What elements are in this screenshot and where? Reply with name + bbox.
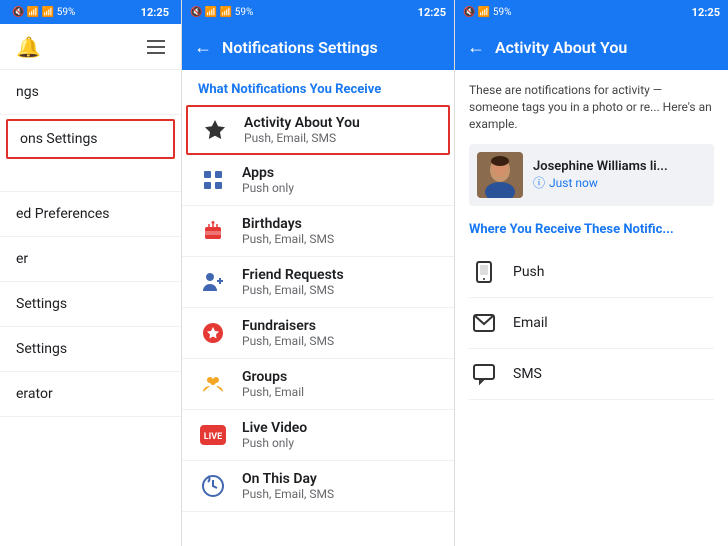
nav-bar-1: 🔔 [0, 24, 181, 70]
status-bar-3: 🔇 📶 59% 12:25 [455, 0, 728, 24]
notif-item-fundraisers[interactable]: Fundraisers Push, Email, SMS [182, 308, 454, 359]
notif-item-on-this-day[interactable]: On This Day Push, Email, SMS [182, 461, 454, 512]
friend-requests-icon [198, 267, 228, 297]
fundraisers-icon [198, 318, 228, 348]
sms-icon [469, 359, 499, 389]
notif-activity-text: Activity About You Push, Email, SMS [244, 115, 360, 145]
menu-item-settings-1[interactable]: Settings [0, 282, 181, 327]
activity-about-you-title: Activity About You [495, 38, 627, 57]
on-this-day-icon [198, 471, 228, 501]
panel-activity-about-you: 🔇 📶 59% 12:25 ← Activity About You These… [455, 0, 728, 546]
status-icons-left: 🔇 📶 📶 59% [12, 7, 75, 18]
hamburger-menu[interactable] [147, 40, 165, 54]
groups-icon [198, 369, 228, 399]
menu-item-preferences[interactable]: ed Preferences [0, 192, 181, 237]
receive-email-label: Email [513, 315, 548, 331]
receive-item-sms[interactable]: SMS [469, 349, 714, 400]
birthday-icon [198, 216, 228, 246]
receive-item-push[interactable]: Push [469, 247, 714, 298]
notif-item-activity[interactable]: Activity About You Push, Email, SMS [186, 105, 450, 155]
status-icons-2: 🔇 📶 📶 59% [190, 7, 253, 18]
notif-item-friend-requests[interactable]: Friend Requests Push, Email, SMS [182, 257, 454, 308]
example-time: ⓘ Just now [533, 174, 668, 191]
notif-item-apps[interactable]: Apps Push only [182, 155, 454, 206]
menu-item-0[interactable]: ngs [0, 70, 181, 115]
example-name: Josephine Williams li... [533, 159, 668, 174]
status-bar-2: 🔇 📶 📶 59% 12:25 [182, 0, 454, 24]
avatar [477, 152, 523, 198]
menu-item-settings-2[interactable]: Settings [0, 327, 181, 372]
panel-settings-menu: 🔇 📶 📶 59% 12:25 🔔 ngs ons Settings ed Pr… [0, 0, 182, 546]
menu-item-2[interactable] [0, 163, 181, 192]
example-card: Josephine Williams li... ⓘ Just now [469, 144, 714, 206]
receive-push-label: Push [513, 264, 545, 280]
svg-text:LIVE: LIVE [204, 432, 222, 442]
live-video-icon: LIVE [198, 420, 228, 450]
notif-on-this-day-text: On This Day Push, Email, SMS [242, 471, 334, 501]
notif-item-birthdays[interactable]: Birthdays Push, Email, SMS [182, 206, 454, 257]
notif-activity-title: Activity About You [244, 115, 360, 131]
settings-menu-list: ngs ons Settings ed Preferences er Setti… [0, 70, 181, 546]
menu-item-notifications-settings[interactable]: ons Settings [6, 119, 175, 159]
notif-item-groups[interactable]: Groups Push, Email [182, 359, 454, 410]
notif-friend-requests-text: Friend Requests Push, Email, SMS [242, 267, 344, 297]
receive-sms-label: SMS [513, 366, 542, 382]
back-button-2[interactable]: ← [194, 37, 212, 58]
topbar-activity: ← Activity About You [455, 24, 728, 70]
receive-item-email[interactable]: Email [469, 298, 714, 349]
notif-groups-text: Groups Push, Email [242, 369, 304, 399]
example-info: Josephine Williams li... ⓘ Just now [533, 159, 668, 191]
apps-icon [198, 165, 228, 195]
status-time-1: 12:25 [141, 6, 169, 19]
status-bar-1: 🔇 📶 📶 59% 12:25 [0, 0, 181, 24]
activity-description: These are notifications for activity — s… [469, 82, 714, 132]
notif-apps-text: Apps Push only [242, 165, 294, 195]
email-icon [469, 308, 499, 338]
back-button-3[interactable]: ← [467, 37, 485, 58]
push-icon [469, 257, 499, 287]
notif-fundraisers-text: Fundraisers Push, Email, SMS [242, 318, 334, 348]
status-icons-3: 🔇 📶 59% [463, 7, 511, 18]
bell-icon[interactable]: 🔔 [16, 35, 41, 59]
panel-notifications-settings: 🔇 📶 📶 59% 12:25 ← Notifications Settings… [182, 0, 455, 546]
what-notifications-heading: What Notifications You Receive [182, 70, 454, 105]
notif-live-video-text: Live Video Push only [242, 420, 307, 450]
menu-item-erator[interactable]: erator [0, 372, 181, 417]
star-icon [200, 115, 230, 145]
status-time-3: 12:25 [692, 6, 720, 19]
notif-birthdays-text: Birthdays Push, Email, SMS [242, 216, 334, 246]
topbar-notifications: ← Notifications Settings [182, 24, 454, 70]
menu-item-er[interactable]: er [0, 237, 181, 282]
activity-body: These are notifications for activity — s… [455, 70, 728, 412]
notif-item-live-video[interactable]: LIVE Live Video Push only [182, 410, 454, 461]
notifications-settings-title: Notifications Settings [222, 38, 378, 57]
status-time-2: 12:25 [418, 6, 446, 19]
where-heading: Where You Receive These Notific... [469, 222, 714, 237]
notif-activity-subtitle: Push, Email, SMS [244, 131, 360, 145]
